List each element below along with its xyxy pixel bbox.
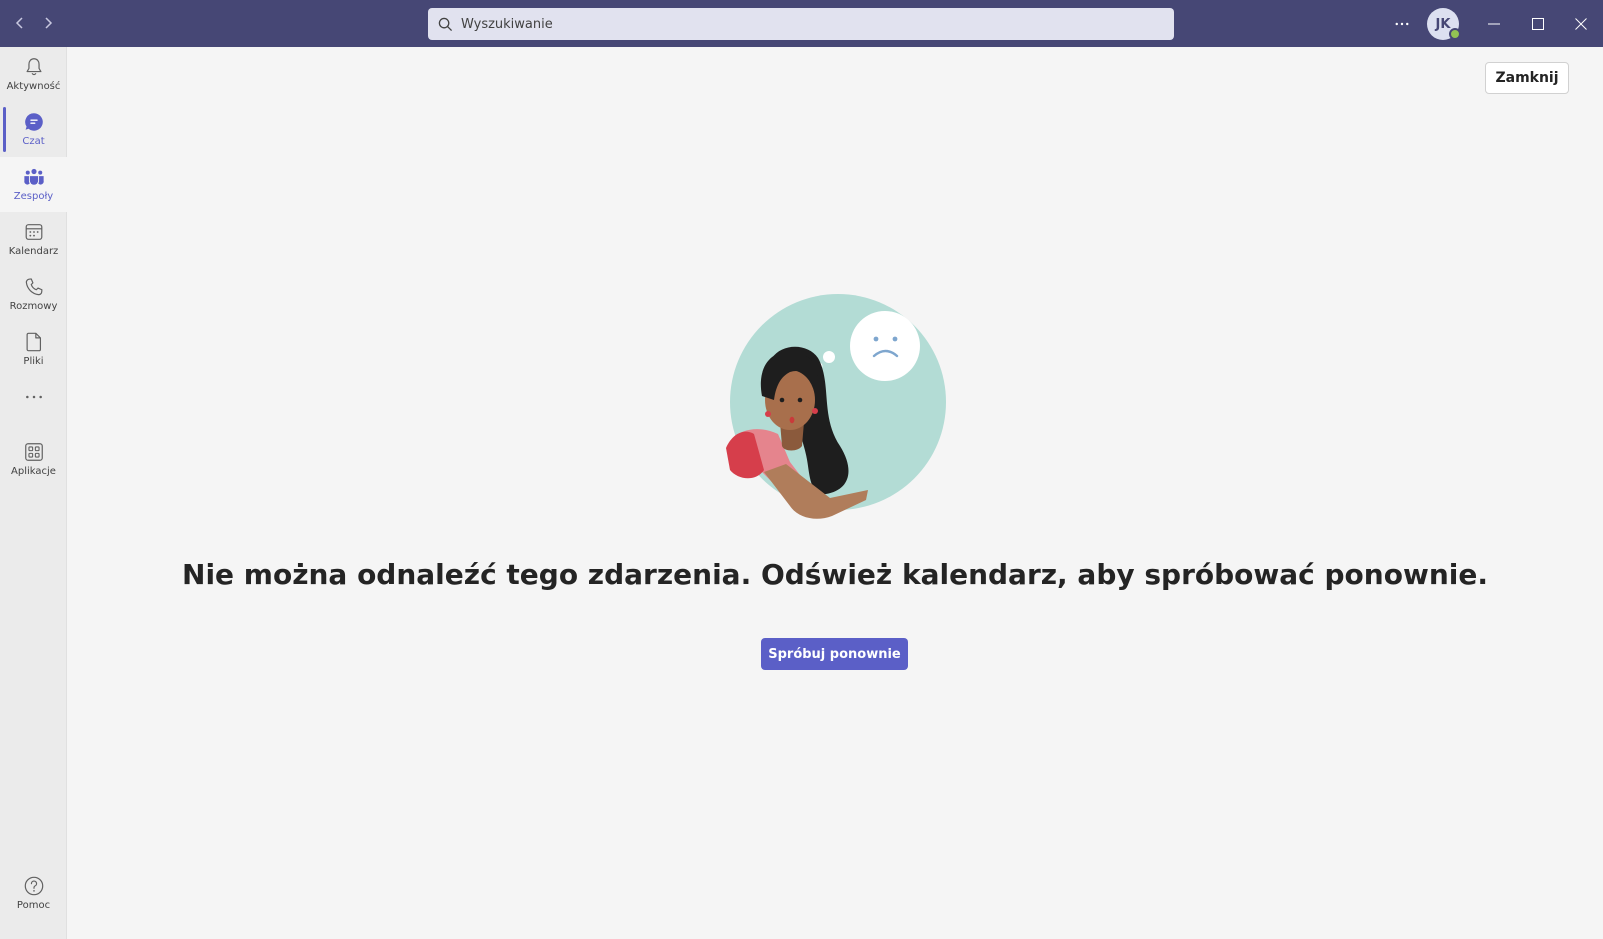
rail-item-teams[interactable]: Zespoły bbox=[0, 157, 67, 212]
forward-button[interactable] bbox=[38, 12, 58, 34]
more-icon bbox=[25, 395, 42, 399]
avatar[interactable]: JK bbox=[1427, 8, 1461, 40]
maximize-button[interactable] bbox=[1516, 0, 1560, 47]
back-icon bbox=[15, 17, 23, 29]
rail-label-chat: Czat bbox=[22, 136, 45, 147]
rail-item-calendar[interactable]: Kalendarz bbox=[0, 212, 67, 267]
calendar-icon bbox=[25, 224, 42, 240]
rail-item-apps[interactable]: Aplikacje bbox=[0, 432, 67, 487]
rail-label-activity: Aktywność bbox=[6, 81, 61, 92]
rail-item-files[interactable]: Pliki bbox=[0, 322, 67, 377]
rail-label-calls: Rozmowy bbox=[9, 301, 58, 312]
close-button[interactable]: Zamknij bbox=[1485, 62, 1569, 94]
rail-label-help: Pomoc bbox=[16, 900, 51, 911]
rail-label-apps: Aplikacje bbox=[11, 466, 56, 477]
file-icon bbox=[26, 332, 41, 352]
rail-label-files: Pliki bbox=[23, 356, 44, 367]
search-input[interactable] bbox=[461, 16, 1121, 32]
search-icon bbox=[438, 17, 453, 31]
minimize-icon bbox=[1488, 23, 1500, 24]
more-icon bbox=[1395, 22, 1409, 26]
apps-icon bbox=[24, 443, 43, 461]
bell-icon bbox=[26, 58, 41, 76]
phone-icon bbox=[25, 278, 42, 296]
app-rail: Aktywność Czat Zespoły Kalendarz Rozmowy… bbox=[0, 47, 67, 939]
rail-item-help[interactable]: Pomoc bbox=[0, 866, 67, 921]
sad-person-illustration bbox=[726, 294, 946, 519]
error-message: Nie można odnaleźć tego zdarzenia. Odświ… bbox=[182, 558, 1488, 591]
rail-label-calendar: Kalendarz bbox=[8, 246, 59, 257]
minimize-button[interactable] bbox=[1472, 0, 1516, 47]
rail-item-calls[interactable]: Rozmowy bbox=[0, 267, 67, 322]
forward-icon bbox=[45, 17, 53, 29]
rail-more-button[interactable] bbox=[0, 377, 67, 432]
search-box[interactable] bbox=[428, 8, 1174, 40]
teams-icon bbox=[23, 168, 44, 185]
avatar-initials: JK bbox=[1435, 16, 1451, 32]
close-icon bbox=[1575, 17, 1587, 30]
title-bar: JK bbox=[0, 0, 1603, 47]
rail-label-teams: Zespoły bbox=[13, 191, 54, 202]
chat-icon bbox=[24, 113, 43, 131]
rail-item-chat[interactable]: Czat bbox=[0, 102, 67, 157]
rail-item-activity[interactable]: Aktywność bbox=[0, 47, 67, 102]
help-icon bbox=[24, 876, 43, 896]
retry-button[interactable]: Spróbuj ponownie bbox=[761, 638, 908, 670]
close-window-button[interactable] bbox=[1559, 0, 1603, 47]
maximize-icon bbox=[1532, 17, 1544, 30]
more-options-button[interactable] bbox=[1390, 13, 1414, 35]
back-button[interactable] bbox=[10, 12, 30, 34]
presence-badge bbox=[1449, 28, 1461, 40]
